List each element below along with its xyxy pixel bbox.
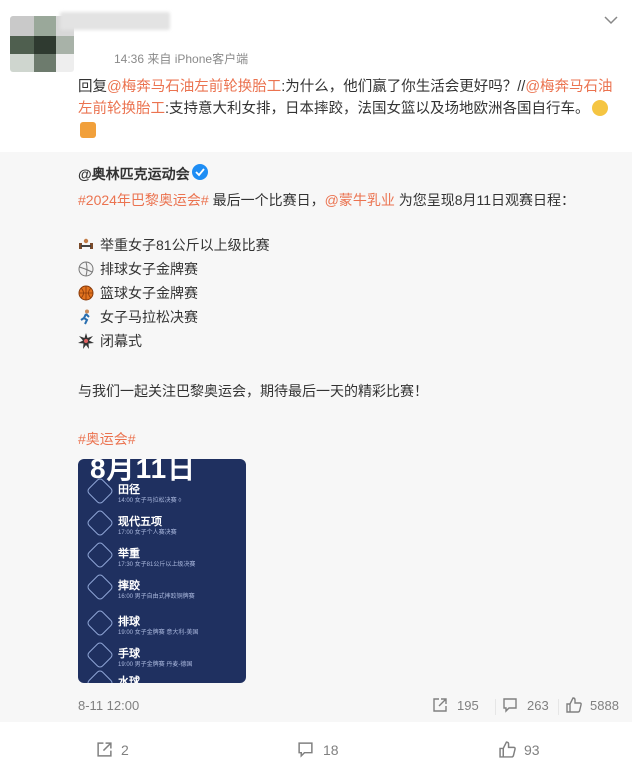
marathon-runner-icon [78, 309, 94, 325]
schedule-item: 举重女子81公斤以上级比赛 [78, 235, 478, 255]
sponsor-mention[interactable]: @蒙牛乳业 [325, 192, 395, 208]
original-comment-count[interactable]: 263 [527, 698, 549, 713]
schedule-item: 排球女子金牌赛 [78, 259, 478, 279]
post-meta: 14:36 来自 iPhone客户端 [114, 52, 249, 66]
reply-prefix: 回复 [78, 79, 107, 95]
original-like-count[interactable]: 5888 [590, 698, 619, 713]
repost-icon[interactable] [432, 697, 448, 713]
doge-emoji-icon [591, 100, 608, 116]
modern-pentathlon-icon [85, 508, 115, 538]
mention-link[interactable]: @梅奔马石油左前轮换胎工 [107, 79, 281, 95]
water-polo-icon [85, 668, 115, 683]
schedule-poster-image[interactable]: 8月11日 田径 14:00 女子马拉松决赛 ◊ 现代五项 17:00 女子个人… [78, 459, 246, 683]
reply-text: :为什么，他们赢了你生活会更好吗？// [281, 79, 526, 95]
share-icon[interactable] [96, 741, 113, 758]
original-author[interactable]: @奥林匹克运动会 [78, 164, 190, 184]
hashtag-link[interactable]: #奥运会# [78, 429, 136, 449]
divider [495, 699, 496, 715]
volleyball-icon [85, 608, 115, 638]
weightlifting-icon [85, 540, 115, 570]
like-icon[interactable] [499, 741, 516, 758]
volleyball-icon [78, 261, 94, 277]
original-timestamp: 8-11 12:00 [78, 698, 140, 713]
closing-text: 与我们一起关注巴黎奥运会，期待最后一天的精彩比赛！ [78, 383, 428, 399]
clapping-emoji-icon [80, 122, 96, 138]
username-redacted [60, 12, 170, 30]
repost-comment: :支持意大利女排，日本摔跤，法国女篮以及场地欧洲各国自行车。 [165, 101, 590, 117]
topic-link[interactable]: #2024年巴黎奥运会# [78, 192, 209, 208]
schedule-item: 闭幕式 [78, 331, 478, 351]
repost-count[interactable]: 2 [121, 742, 129, 758]
comment-icon[interactable] [502, 697, 518, 713]
handball-icon [85, 640, 115, 670]
like-icon[interactable] [566, 697, 582, 713]
schedule-item: 篮球女子金牌赛 [78, 283, 478, 303]
comment-icon[interactable] [297, 741, 314, 758]
original-repost-count[interactable]: 195 [457, 698, 479, 713]
post-text: 回复@梅奔马石油左前轮换胎工:为什么，他们赢了你生活会更好吗？//@梅奔马石油左… [78, 76, 618, 142]
basketball-icon [78, 285, 94, 301]
comment-count[interactable]: 18 [323, 742, 339, 758]
like-count[interactable]: 93 [524, 742, 540, 758]
weightlifting-icon [78, 237, 94, 253]
divider [558, 699, 559, 715]
schedule-item: 女子马拉松决赛 [78, 307, 478, 327]
original-text: #2024年巴黎奥运会# 最后一个比赛日，@蒙牛乳业 为您呈现8月11日观赛日程… [78, 192, 576, 208]
wrestling-icon [85, 572, 115, 602]
closing-ceremony-icon [78, 333, 94, 349]
chevron-down-icon[interactable] [604, 14, 618, 26]
verified-badge-icon [192, 164, 208, 180]
